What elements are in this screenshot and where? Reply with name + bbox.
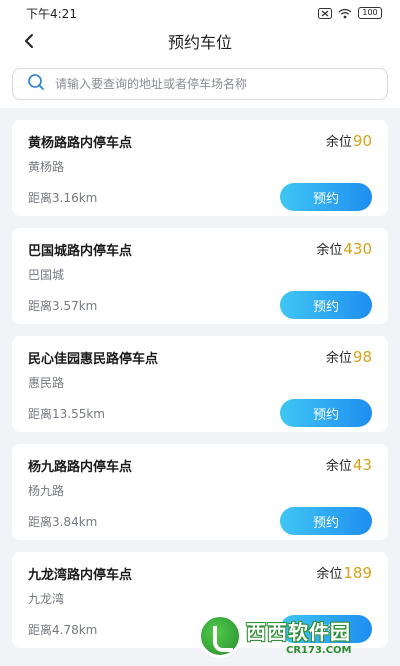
parking-name: 杨九路路内停车点 — [28, 460, 133, 475]
parking-name: 黄杨路路内停车点 — [28, 136, 133, 151]
parking-road: 巴国城 — [28, 268, 65, 282]
sim-x-icon — [318, 7, 332, 19]
search-icon — [27, 73, 45, 95]
remaining-spots: 余位 90 — [326, 131, 372, 150]
watermark-text: 西西软件园 CR173.COM — [246, 616, 352, 656]
parking-card[interactable]: 民心佳园惠民路停车点 余位 98 惠民路 距离13.55km 预约 — [12, 336, 388, 432]
watermark-logo: 西西软件园 CR173.COM — [198, 614, 382, 658]
battery-icon: 100 — [358, 7, 382, 19]
parking-card[interactable]: 巴国城路内停车点 余位 430 巴国城 距离3.57km 预约 — [12, 228, 388, 324]
remaining-count: 189 — [343, 564, 372, 582]
remaining-count: 98 — [352, 348, 372, 366]
parking-road: 杨九路 — [28, 484, 65, 498]
reserve-button[interactable]: 预约 — [280, 291, 372, 319]
remaining-label: 余位 — [325, 135, 352, 150]
parking-distance: 距离4.78km — [28, 623, 98, 637]
remaining-label: 余位 — [325, 351, 352, 366]
status-icons: 100 — [318, 7, 382, 19]
remaining-spots: 余位 430 — [316, 239, 372, 258]
parking-list: 黄杨路路内停车点 余位 90 黄杨路 距离3.16km 预约 巴国城路内停车点 余… — [12, 120, 388, 660]
reserve-button[interactable]: 预约 — [280, 183, 372, 211]
search-area — [0, 56, 400, 108]
parking-distance: 距离3.57km — [28, 299, 98, 313]
parking-road: 黄杨路 — [28, 160, 65, 174]
remaining-count: 43 — [352, 456, 372, 474]
remaining-spots: 余位 43 — [326, 455, 372, 474]
reserve-button[interactable]: 预约 — [280, 399, 372, 427]
parking-road: 惠民路 — [28, 376, 65, 390]
search-input[interactable] — [55, 77, 375, 91]
parking-name: 巴国城路内停车点 — [28, 244, 133, 259]
remaining-label: 余位 — [316, 243, 343, 258]
parking-distance: 距离3.84km — [28, 515, 98, 529]
back-button[interactable] — [18, 30, 40, 52]
parking-distance: 距离3.16km — [28, 191, 98, 205]
parking-name: 民心佳园惠民路停车点 — [28, 352, 159, 367]
parking-card[interactable]: 黄杨路路内停车点 余位 90 黄杨路 距离3.16km 预约 — [12, 120, 388, 216]
reserve-button[interactable]: 预约 — [280, 507, 372, 535]
remaining-spots: 余位 189 — [316, 563, 372, 582]
watermark-sub-text: CR173.COM — [286, 645, 352, 656]
watermark-main-text: 西西软件园 — [246, 620, 351, 644]
status-bar: 下午4:21 100 — [0, 0, 400, 26]
parking-distance: 距离13.55km — [28, 407, 105, 421]
parking-card[interactable]: 杨九路路内停车点 余位 43 杨九路 距离3.84km 预约 — [12, 444, 388, 540]
remaining-count: 430 — [343, 240, 372, 258]
status-time: 下午4:21 — [26, 6, 77, 21]
page-title: 预约车位 — [167, 33, 232, 52]
remaining-count: 90 — [352, 132, 372, 150]
parking-name: 九龙湾路内停车点 — [28, 568, 133, 583]
parking-road: 九龙湾 — [28, 592, 65, 606]
search-box[interactable] — [12, 68, 388, 100]
watermark-emblem-icon — [198, 614, 242, 658]
remaining-label: 余位 — [325, 459, 352, 474]
chevron-left-icon — [25, 34, 33, 48]
wifi-icon — [338, 8, 352, 19]
remaining-label: 余位 — [316, 567, 343, 582]
remaining-spots: 余位 98 — [326, 347, 372, 366]
nav-bar: 预约车位 — [0, 26, 400, 56]
